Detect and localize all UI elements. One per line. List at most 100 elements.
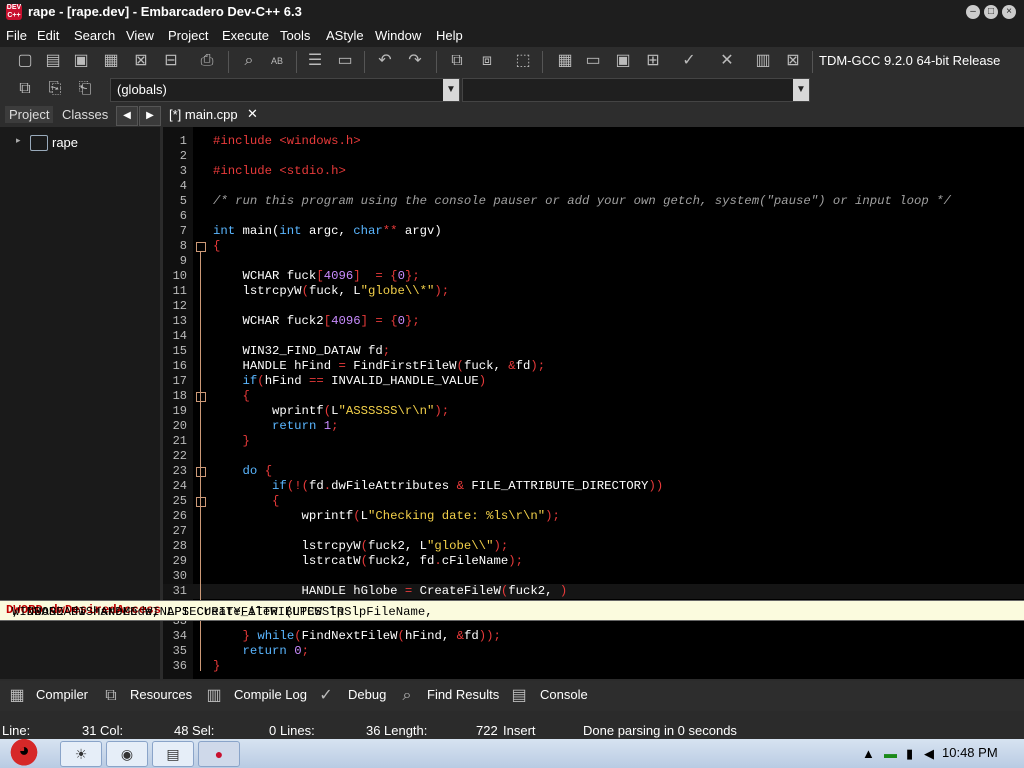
find-icon[interactable]: ⌕ — [238, 50, 260, 72]
fold-toggle-icon[interactable] — [196, 242, 206, 252]
tab-find-results[interactable]: Find Results — [427, 687, 499, 702]
code-line[interactable]: 19 wprintf(L"ASSSSSS\r\n"); — [163, 404, 1024, 419]
devcpp-taskbar-icon[interactable]: ● — [198, 741, 240, 767]
explorer-icon[interactable]: ☀ — [60, 741, 102, 767]
minimize-button[interactable]: – — [966, 5, 980, 19]
syntax-check-icon[interactable]: ✓ — [678, 50, 700, 72]
code-line[interactable]: 7 int main(int argc, char** argv) — [163, 224, 1024, 239]
chevron-down-icon[interactable]: ▼ — [793, 79, 809, 101]
close-all-icon[interactable]: ⊟ — [160, 50, 182, 72]
code-line[interactable]: 25 { — [163, 494, 1024, 509]
menu-search[interactable]: Search — [74, 28, 115, 43]
fold-toggle-icon[interactable] — [196, 497, 206, 507]
menu-project[interactable]: Project — [168, 28, 208, 43]
menu-edit[interactable]: Edit — [37, 28, 59, 43]
next-tab-button[interactable]: ▶ — [139, 106, 161, 126]
code-line[interactable]: 17 if(hFind == INVALID_HANDLE_VALUE) — [163, 374, 1024, 389]
code-line[interactable]: 5 /* run this program using the console p… — [163, 194, 1024, 209]
compiler-selector[interactable]: TDM-GCC 9.2.0 64-bit Release — [819, 53, 1000, 68]
menu-help[interactable]: Help — [436, 28, 463, 43]
goto-bookmark-icon[interactable]: ⎗ — [74, 78, 96, 100]
start-button-icon[interactable]: ◕ — [2, 733, 46, 768]
code-line[interactable]: 34 } while(FindNextFileW(hFind, &fd)); — [163, 629, 1024, 644]
menu-window[interactable]: Window — [375, 28, 421, 43]
volume-icon[interactable]: ◀ — [924, 746, 934, 762]
save-icon[interactable]: ▣ — [70, 50, 92, 72]
code-line[interactable]: 26 wprintf(L"Checking date: %ls\r\n"); — [163, 509, 1024, 524]
code-line[interactable]: 24 if(!(fd.dwFileAttributes & FILE_ATTRI… — [163, 479, 1024, 494]
notepad-icon[interactable]: ▤ — [152, 741, 194, 767]
scope-combo[interactable]: (globals) ▼ — [110, 78, 460, 102]
chevron-down-icon[interactable]: ▼ — [443, 79, 459, 101]
battery-icon[interactable]: ▬ — [884, 746, 897, 761]
code-line[interactable]: 35 return 0; — [163, 644, 1024, 659]
tab-compile-log[interactable]: Compile Log — [234, 687, 307, 702]
symbol-combo[interactable]: ▼ — [462, 78, 810, 102]
tab-main-cpp[interactable]: [*] main.cpp — [169, 107, 238, 122]
code-editor[interactable]: 1 #include <windows.h> 2 3 #include <stdio.h… — [163, 127, 1024, 679]
toggle-bookmark-icon[interactable]: ⎘ — [44, 78, 66, 100]
code-line[interactable]: 1 #include <windows.h> — [163, 134, 1024, 149]
menu-astyle[interactable]: AStyle — [326, 28, 364, 43]
indent-icon[interactable]: ☰ — [304, 50, 326, 72]
new-file-icon[interactable]: ▢ — [14, 50, 36, 72]
code-line[interactable]: 29 lstrcatW(fuck2, fd.cFileName); — [163, 554, 1024, 569]
expand-icon[interactable]: ▸ — [16, 135, 21, 146]
remove-project-icon[interactable]: ⧈ — [476, 50, 498, 72]
tab-project[interactable]: Project — [5, 106, 54, 123]
close-button[interactable]: × — [1002, 5, 1016, 19]
tab-console[interactable]: Console — [540, 687, 588, 702]
compile-icon[interactable]: ▦ — [554, 50, 576, 72]
chrome-icon[interactable]: ◉ — [106, 741, 148, 767]
code-line[interactable]: 4 — [163, 179, 1024, 194]
show-hidden-icons-icon[interactable]: ▲ — [862, 746, 875, 761]
code-line[interactable]: 14 — [163, 329, 1024, 344]
code-line[interactable]: 3 #include <stdio.h> — [163, 164, 1024, 179]
profile-icon[interactable]: ▥ — [752, 50, 774, 72]
maximize-button[interactable]: □ — [984, 5, 998, 19]
code-line[interactable]: 31 HANDLE hGlobe = CreateFileW(fuck2, ) — [163, 584, 1024, 599]
compile-run-icon[interactable]: ▣ — [612, 50, 634, 72]
code-line[interactable]: 16 HANDLE hFind = FindFirstFileW(fuck, &… — [163, 359, 1024, 374]
tab-debug[interactable]: Debug — [348, 687, 386, 702]
tab-compiler[interactable]: Compiler — [36, 687, 88, 702]
code-line[interactable]: 9 — [163, 254, 1024, 269]
close-file-icon[interactable]: ⊠ — [130, 50, 152, 72]
tab-classes[interactable]: Classes — [62, 107, 108, 122]
undo-icon[interactable]: ↶ — [374, 50, 396, 72]
code-line[interactable]: 11 lstrcpyW(fuck, L"globe\\*"); — [163, 284, 1024, 299]
code-line[interactable]: 36} — [163, 659, 1024, 674]
project-options-icon[interactable]: ⬚ — [512, 50, 534, 72]
menu-execute[interactable]: Execute — [222, 28, 269, 43]
new-project-icon[interactable]: ⧉ — [446, 50, 468, 72]
code-line[interactable]: 30 — [163, 569, 1024, 584]
save-all-icon[interactable]: ▦ — [100, 50, 122, 72]
code-line[interactable]: 20 return 1; — [163, 419, 1024, 434]
code-line[interactable]: 12 — [163, 299, 1024, 314]
code-line[interactable]: 18 { — [163, 389, 1024, 404]
print-icon[interactable]: ⎙ — [196, 50, 218, 72]
code-line[interactable]: 28 lstrcpyW(fuck2, L"globe\\"); — [163, 539, 1024, 554]
rebuild-icon[interactable]: ⊞ — [642, 50, 664, 72]
code-line[interactable]: 13 WCHAR fuck2[4096] = {0}; — [163, 314, 1024, 329]
menu-view[interactable]: View — [126, 28, 154, 43]
prev-tab-button[interactable]: ◀ — [116, 106, 138, 126]
replace-icon[interactable]: AB — [266, 50, 288, 72]
open-file-icon[interactable]: ▤ — [42, 50, 64, 72]
run-icon[interactable]: ▭ — [582, 50, 604, 72]
stop-execution-icon[interactable]: ✕ — [716, 50, 738, 72]
goto-project-icon[interactable]: ⧉ — [14, 78, 36, 100]
close-icon[interactable]: ✕ — [247, 106, 258, 122]
menu-tools[interactable]: Tools — [280, 28, 310, 43]
code-line[interactable]: 6 — [163, 209, 1024, 224]
code-line[interactable]: 23 do { — [163, 464, 1024, 479]
tab-resources[interactable]: Resources — [130, 687, 192, 702]
code-line[interactable]: 22 — [163, 449, 1024, 464]
taskbar-clock[interactable]: 10:48 PM — [942, 745, 998, 760]
fold-toggle-icon[interactable] — [196, 467, 206, 477]
code-line[interactable]: 8{ — [163, 239, 1024, 254]
delete-profile-icon[interactable]: ⊠ — [782, 50, 804, 72]
code-line[interactable]: 10 WCHAR fuck[4096] = {0}; — [163, 269, 1024, 284]
code-line[interactable]: 21 } — [163, 434, 1024, 449]
unindent-icon[interactable]: ▭ — [334, 50, 356, 72]
